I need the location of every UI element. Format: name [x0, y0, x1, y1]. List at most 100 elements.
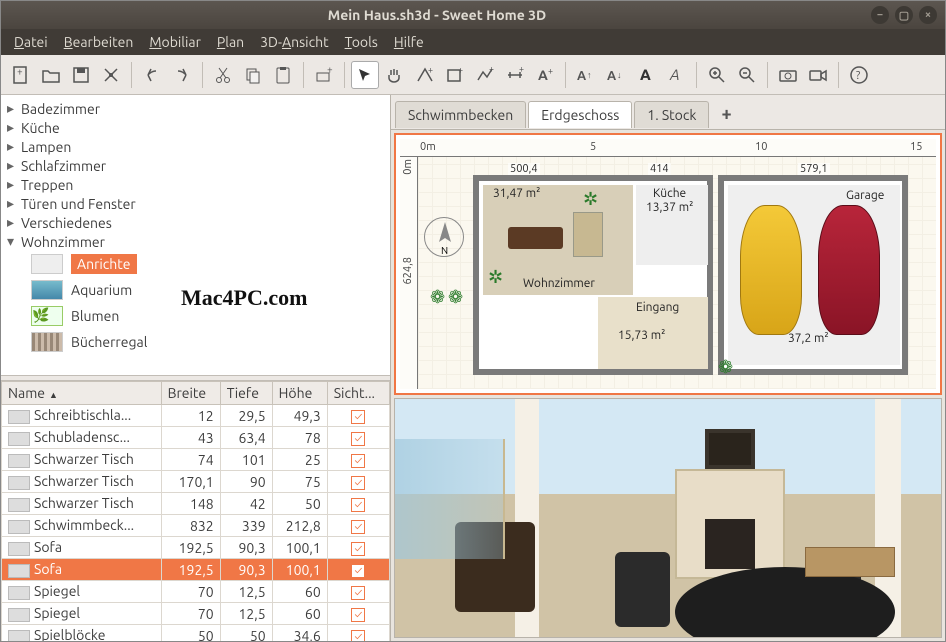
wall-tool[interactable]: + [411, 61, 439, 89]
preferences-button[interactable] [97, 61, 125, 89]
visible-checkbox[interactable]: ✓ [351, 542, 365, 556]
catalog-item-anrichte[interactable]: Anrichte [1, 251, 390, 277]
menu-3d-ansicht[interactable]: 3D-Ansicht [253, 32, 335, 52]
col-tiefe[interactable]: Tiefe [220, 382, 272, 405]
visible-checkbox[interactable]: ✓ [351, 630, 365, 641]
category-tueren[interactable]: ▸Türen und Fenster [1, 194, 390, 213]
room-name: Garage [846, 189, 884, 202]
furniture-thumb-icon: 🌿 [31, 306, 63, 326]
table-row[interactable]: Sofa192,590,3100,1✓ [2, 537, 390, 559]
table-row[interactable]: Schreibtischla...1229,549,3✓ [2, 405, 390, 427]
plan-view[interactable]: 0m 5 10 15 0m 624,8 624,8 500,4 [394, 133, 942, 395]
room-name: Küche [653, 187, 686, 200]
rug-icon [573, 212, 603, 257]
visible-checkbox[interactable]: ✓ [351, 520, 365, 534]
tab-1stock[interactable]: 1. Stock [634, 101, 709, 128]
col-sichtbar[interactable]: Sicht... [327, 382, 389, 405]
furniture-thumb-icon [8, 542, 30, 556]
furniture-thumb-icon [8, 520, 30, 534]
category-schlafzimmer[interactable]: ▸Schlafzimmer [1, 156, 390, 175]
visible-checkbox[interactable]: ✓ [351, 432, 365, 446]
menu-datei[interactable]: Datei [7, 32, 55, 52]
add-level-button[interactable]: + [711, 99, 741, 129]
dimension-label: 500,4 [508, 163, 540, 175]
dimension-tool[interactable]: + [501, 61, 529, 89]
furniture-thumb-icon [8, 586, 30, 600]
category-kueche[interactable]: ▸Küche [1, 118, 390, 137]
visible-checkbox[interactable]: ✓ [351, 454, 365, 468]
close-button[interactable]: × [919, 6, 937, 24]
table-row[interactable]: Schwarzer Tisch7410125✓ [2, 449, 390, 471]
minimize-button[interactable]: − [871, 6, 889, 24]
tab-erdgeschoss[interactable]: Erdgeschoss [528, 101, 632, 128]
table-row[interactable]: Schubladensc...4363,478✓ [2, 427, 390, 449]
open-button[interactable] [37, 61, 65, 89]
menu-hilfe[interactable]: Hilfe [387, 32, 431, 52]
room-name: Wohnzimmer [523, 277, 595, 290]
category-treppen[interactable]: ▸Treppen [1, 175, 390, 194]
text-tool[interactable]: A+ [531, 61, 559, 89]
visible-checkbox[interactable]: ✓ [351, 476, 365, 490]
cut-button[interactable] [209, 61, 237, 89]
undo-button[interactable] [138, 61, 166, 89]
visible-checkbox[interactable]: ✓ [351, 410, 365, 424]
video-button[interactable] [804, 61, 832, 89]
menu-mobiliar[interactable]: Mobiliar [142, 32, 208, 52]
polyline-tool[interactable]: + [471, 61, 499, 89]
save-button[interactable] [67, 61, 95, 89]
catalog-item-buecherregal[interactable]: Bücherregal [1, 329, 390, 355]
table-row[interactable]: Schwimmbeck...832339212,8✓ [2, 515, 390, 537]
table-row[interactable]: Schwarzer Tisch1484250✓ [2, 493, 390, 515]
photo-button[interactable] [774, 61, 802, 89]
maximize-button[interactable]: ▢ [895, 6, 913, 24]
table-row[interactable]: Spiegel7012,560✓ [2, 581, 390, 603]
category-lampen[interactable]: ▸Lampen [1, 137, 390, 156]
category-wohnzimmer[interactable]: ▾Wohnzimmer [1, 232, 390, 251]
plan-canvas[interactable]: 500,4 414 579,1 N 31,47 m² Wohn [418, 157, 936, 389]
table-row[interactable]: Sofa192,590,3100,1✓ [2, 559, 390, 581]
visible-checkbox[interactable]: ✓ [351, 586, 365, 600]
col-name[interactable]: Name▲ [2, 382, 162, 405]
bold-button[interactable]: A [632, 61, 660, 89]
select-tool[interactable] [351, 61, 379, 89]
svg-text:↑: ↑ [587, 70, 592, 80]
redo-button[interactable] [168, 61, 196, 89]
visible-checkbox[interactable]: ✓ [351, 498, 365, 512]
sideboard-icon [805, 547, 895, 577]
table-row[interactable]: Schwarzer Tisch170,19075✓ [2, 471, 390, 493]
visible-checkbox[interactable]: ✓ [351, 564, 365, 578]
menu-plan[interactable]: Plan [210, 32, 251, 52]
svg-text:N: N [441, 245, 448, 256]
new-button[interactable]: + [7, 61, 35, 89]
decrease-text-button[interactable]: A↓ [602, 61, 630, 89]
category-badezimmer[interactable]: ▸Badezimmer [1, 99, 390, 118]
furniture-table[interactable]: Name▲ Breite Tiefe Höhe Sicht... Schreib… [1, 381, 390, 641]
paste-button[interactable] [269, 61, 297, 89]
furniture-catalog[interactable]: ▸Badezimmer ▸Küche ▸Lampen ▸Schlafzimmer… [1, 95, 390, 375]
visible-checkbox[interactable]: ✓ [351, 608, 365, 622]
col-breite[interactable]: Breite [161, 382, 220, 405]
zoom-in-button[interactable] [703, 61, 731, 89]
table-row[interactable]: Spielblöcke505034,6✓ [2, 625, 390, 642]
add-furniture-button[interactable]: + [310, 61, 338, 89]
tab-schwimmbecken[interactable]: Schwimmbecken [395, 101, 526, 128]
menu-bearbeiten[interactable]: Bearbeiten [57, 32, 141, 52]
pan-tool[interactable] [381, 61, 409, 89]
menu-tools[interactable]: Tools [338, 32, 385, 52]
copy-button[interactable] [239, 61, 267, 89]
zoom-out-button[interactable] [733, 61, 761, 89]
sofa-icon [508, 227, 563, 249]
ruler-horizontal: 0m 5 10 15 [400, 139, 936, 157]
svg-text:↓: ↓ [617, 70, 622, 80]
room-tool[interactable]: + [441, 61, 469, 89]
3d-view[interactable] [394, 398, 942, 638]
room-area: 15,73 m² [618, 329, 665, 342]
help-button[interactable]: ? [845, 61, 873, 89]
increase-text-button[interactable]: A↑ [572, 61, 600, 89]
furniture-thumb-icon [8, 498, 30, 512]
col-hoehe[interactable]: Höhe [272, 382, 327, 405]
table-row[interactable]: Spiegel7012,560✓ [2, 603, 390, 625]
italic-button[interactable]: A [662, 61, 690, 89]
svg-text:A: A [640, 66, 651, 83]
category-verschiedenes[interactable]: ▸Verschiedenes [1, 213, 390, 232]
